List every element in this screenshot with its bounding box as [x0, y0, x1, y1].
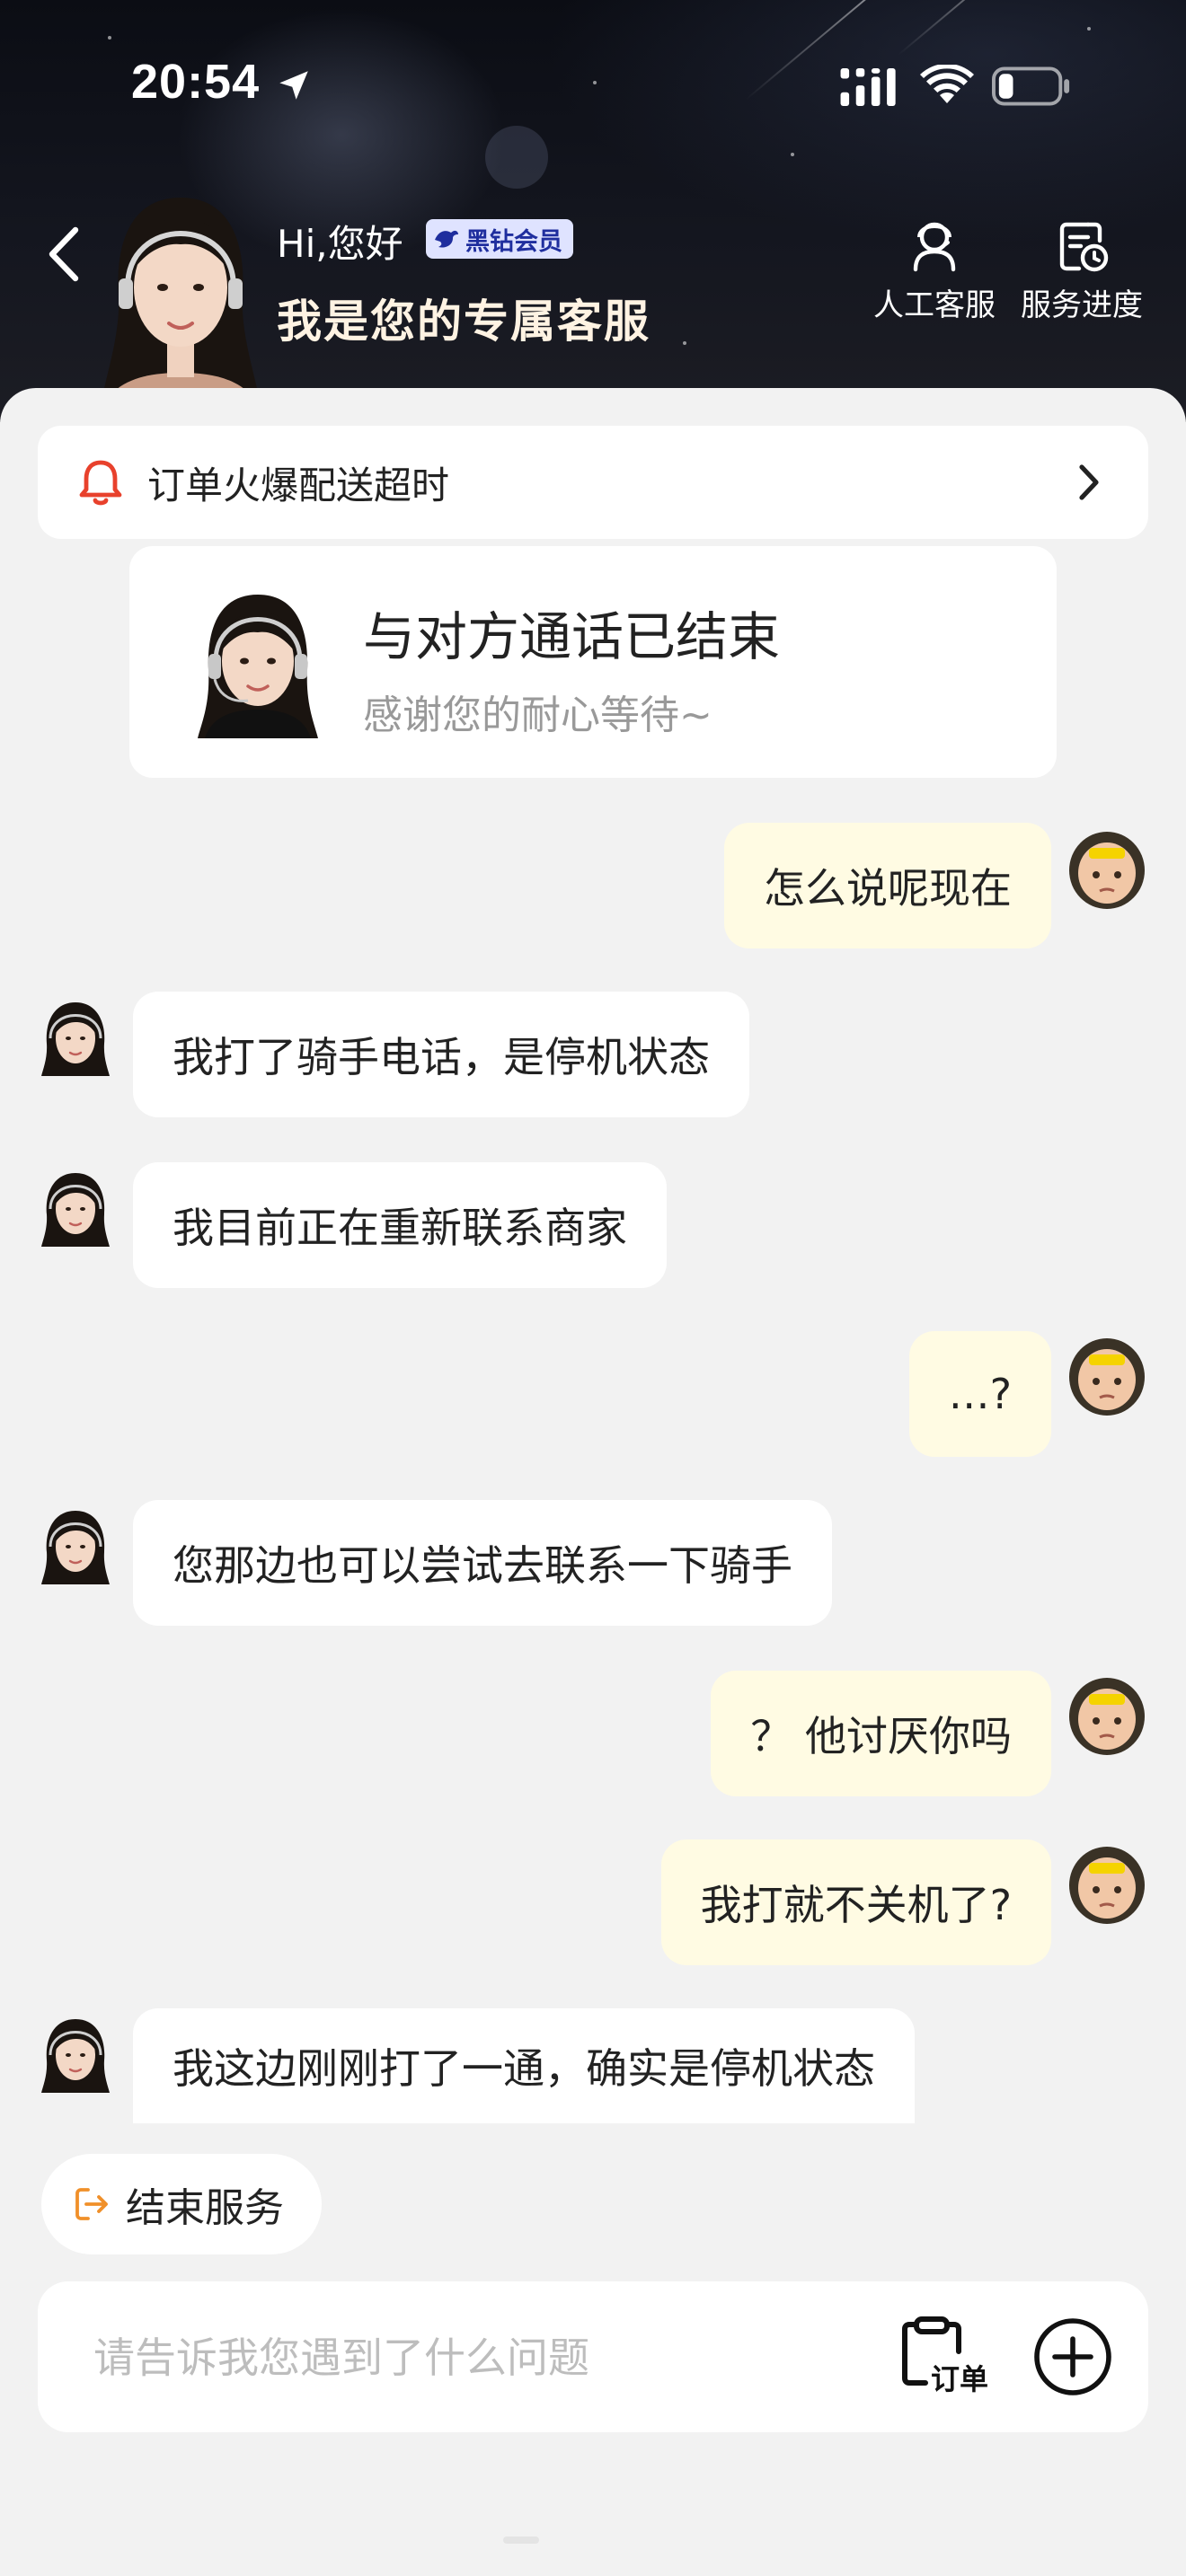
star-decoration [593, 81, 597, 84]
order-button[interactable]: 订单 [900, 2316, 994, 2402]
order-notice-text: 订单火爆配送超时 [147, 463, 450, 507]
agent-portrait [97, 198, 264, 422]
message-text: 我打了骑手电话，是停机状态 [173, 1033, 710, 1081]
vip-badge-label: 黑钻会员 [465, 227, 562, 256]
status-time: 20:54 [131, 55, 261, 109]
end-service-label: 结束服务 [126, 2185, 284, 2231]
location-arrow-icon [279, 71, 308, 100]
call-ended-subtitle: 感谢您的耐心等待~ [363, 693, 712, 738]
human-agent-label: 人工客服 [873, 287, 996, 323]
human-agent-button[interactable]: 人工客服 [863, 216, 1006, 324]
user-avatar[interactable] [1069, 1678, 1145, 1755]
user-avatar[interactable] [1069, 832, 1145, 909]
agent-message[interactable]: 我目前正在重新联系商家 [133, 1162, 667, 1288]
user-message[interactable]: 我打就不关机了? [660, 1839, 1051, 1965]
order-notice-banner[interactable]: 订单火爆配送超时 [38, 426, 1148, 539]
message-text: ？ 他讨厌你吗 [750, 1712, 1012, 1760]
star-decoration [1087, 27, 1091, 31]
vip-bird-icon [435, 230, 458, 248]
wifi-icon [920, 65, 974, 103]
home-indicator [503, 2536, 539, 2544]
headset-agent-icon [913, 222, 956, 272]
service-progress-button[interactable]: 服务进度 [1010, 216, 1154, 324]
message-text: 我目前正在重新联系商家 [173, 1204, 627, 1252]
service-title: 我是您的专属客服 [277, 296, 651, 348]
cellular-signal-icon [840, 68, 896, 106]
agent-message[interactable]: 我这边刚刚打了一通，确实是停机状态 [133, 2008, 915, 2123]
agent-avatar[interactable] [38, 2016, 113, 2093]
chat-header: 20:54 Hi,您好 黑钻会员 我是您的专属客服 人工客服 服务进度 [0, 0, 1186, 422]
message-text: …? [948, 1370, 1012, 1418]
agent-avatar[interactable] [38, 1507, 113, 1584]
message-text: 您那边也可以尝试去联系一下骑手 [173, 1541, 792, 1590]
star-decoration [791, 153, 794, 156]
message-text: 我这边刚刚打了一通，确实是停机状态 [173, 2044, 875, 2093]
user-message[interactable]: 怎么说呢现在 [724, 823, 1051, 948]
message-text: 怎么说呢现在 [764, 864, 1012, 913]
service-progress-label: 服务进度 [1021, 287, 1143, 323]
message-composer: 订单 [38, 2281, 1148, 2432]
agent-avatar [198, 595, 318, 738]
call-ended-title: 与对方通话已结束 [363, 606, 781, 667]
plus-icon[interactable] [1033, 2317, 1112, 2396]
bell-icon [79, 460, 122, 506]
greeting-text: Hi,您好 [277, 222, 403, 266]
battery-icon [992, 66, 1070, 106]
exit-icon [75, 2188, 108, 2220]
user-avatar[interactable] [1069, 1338, 1145, 1416]
agent-message[interactable]: 我打了骑手电话，是停机状态 [133, 992, 749, 1117]
star-decoration [108, 36, 111, 40]
user-message[interactable]: …? [908, 1331, 1051, 1457]
user-message[interactable]: ？ 他讨厌你吗 [711, 1671, 1051, 1796]
message-text: 我打就不关机了? [700, 1881, 1012, 1929]
end-service-button[interactable]: 结束服务 [41, 2154, 322, 2254]
message-input[interactable] [92, 2325, 868, 2391]
shooting-star-decoration [898, 0, 1010, 56]
vip-badge: 黑钻会员 [426, 219, 573, 259]
agent-avatar[interactable] [38, 999, 113, 1076]
user-avatar[interactable] [1069, 1847, 1145, 1924]
chevron-right-icon [1079, 464, 1099, 500]
star-decoration [683, 341, 686, 345]
call-ended-card: 与对方通话已结束 感谢您的耐心等待~ [129, 546, 1057, 778]
order-button-label: 订单 [931, 2362, 989, 2396]
service-progress-icon [1059, 222, 1109, 272]
agent-message[interactable]: 您那边也可以尝试去联系一下骑手 [133, 1500, 832, 1626]
header-moon-decoration [485, 126, 548, 189]
agent-avatar[interactable] [38, 1169, 113, 1247]
